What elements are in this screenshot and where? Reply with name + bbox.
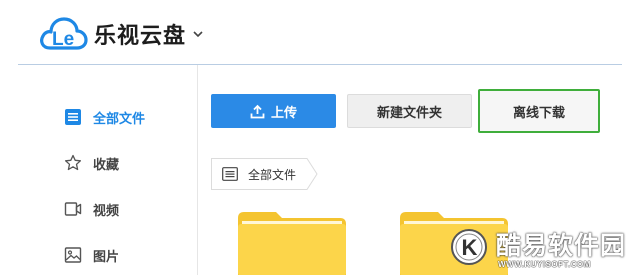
folder-icon[interactable] [236, 210, 348, 275]
watermark: K 酷易软件园 WWW.KUYISOFT.COM [450, 222, 632, 275]
app-logo[interactable]: Le 乐视云盘 [38, 14, 204, 54]
breadcrumb-arrow-icon [306, 158, 318, 190]
sidebar: 全部文件 收藏 视频 图片 [0, 65, 198, 275]
upload-button[interactable]: 上传 [211, 94, 336, 128]
cloud-logo-icon: Le [40, 17, 88, 50]
sidebar-item-favorites[interactable]: 收藏 [64, 151, 119, 175]
brand-mark: Le [52, 29, 74, 50]
sidebar-item-label: 收藏 [93, 156, 120, 172]
sidebar-item-label: 全部文件 [93, 110, 146, 126]
breadcrumb: 全部文件 [211, 158, 318, 190]
watermark-url: WWW.KUYISOFT.COM [498, 260, 591, 269]
image-icon [64, 247, 82, 263]
list-icon [65, 109, 81, 125]
sidebar-item-all-files[interactable]: 全部文件 [64, 105, 145, 129]
upload-icon [250, 104, 265, 118]
sidebar-item-video[interactable]: 视频 [64, 197, 119, 221]
watermark-badge-letter: K [462, 235, 478, 260]
sidebar-item-images[interactable]: 图片 [64, 243, 119, 267]
new-folder-button[interactable]: 新建文件夹 [347, 94, 472, 128]
chevron-down-icon[interactable] [192, 28, 204, 40]
app-title: 乐视云盘 [94, 23, 187, 48]
breadcrumb-item-all-files[interactable]: 全部文件 [211, 158, 307, 190]
star-icon [64, 154, 82, 171]
video-icon [64, 202, 82, 216]
list-icon [222, 167, 238, 181]
watermark-title: 酷易软件园 [496, 232, 627, 260]
breadcrumb-label: 全部文件 [248, 167, 297, 182]
sidebar-item-label: 视频 [93, 202, 120, 218]
upload-button-label: 上传 [270, 104, 297, 120]
sidebar-item-label: 图片 [93, 248, 120, 264]
app-header: Le 乐视云盘 [0, 0, 632, 64]
offline-download-button[interactable]: 离线下载 [478, 89, 600, 133]
new-folder-button-label: 新建文件夹 [376, 104, 442, 120]
offline-download-button-label: 离线下载 [512, 104, 565, 120]
watermark-logo-icon: K [451, 229, 487, 265]
